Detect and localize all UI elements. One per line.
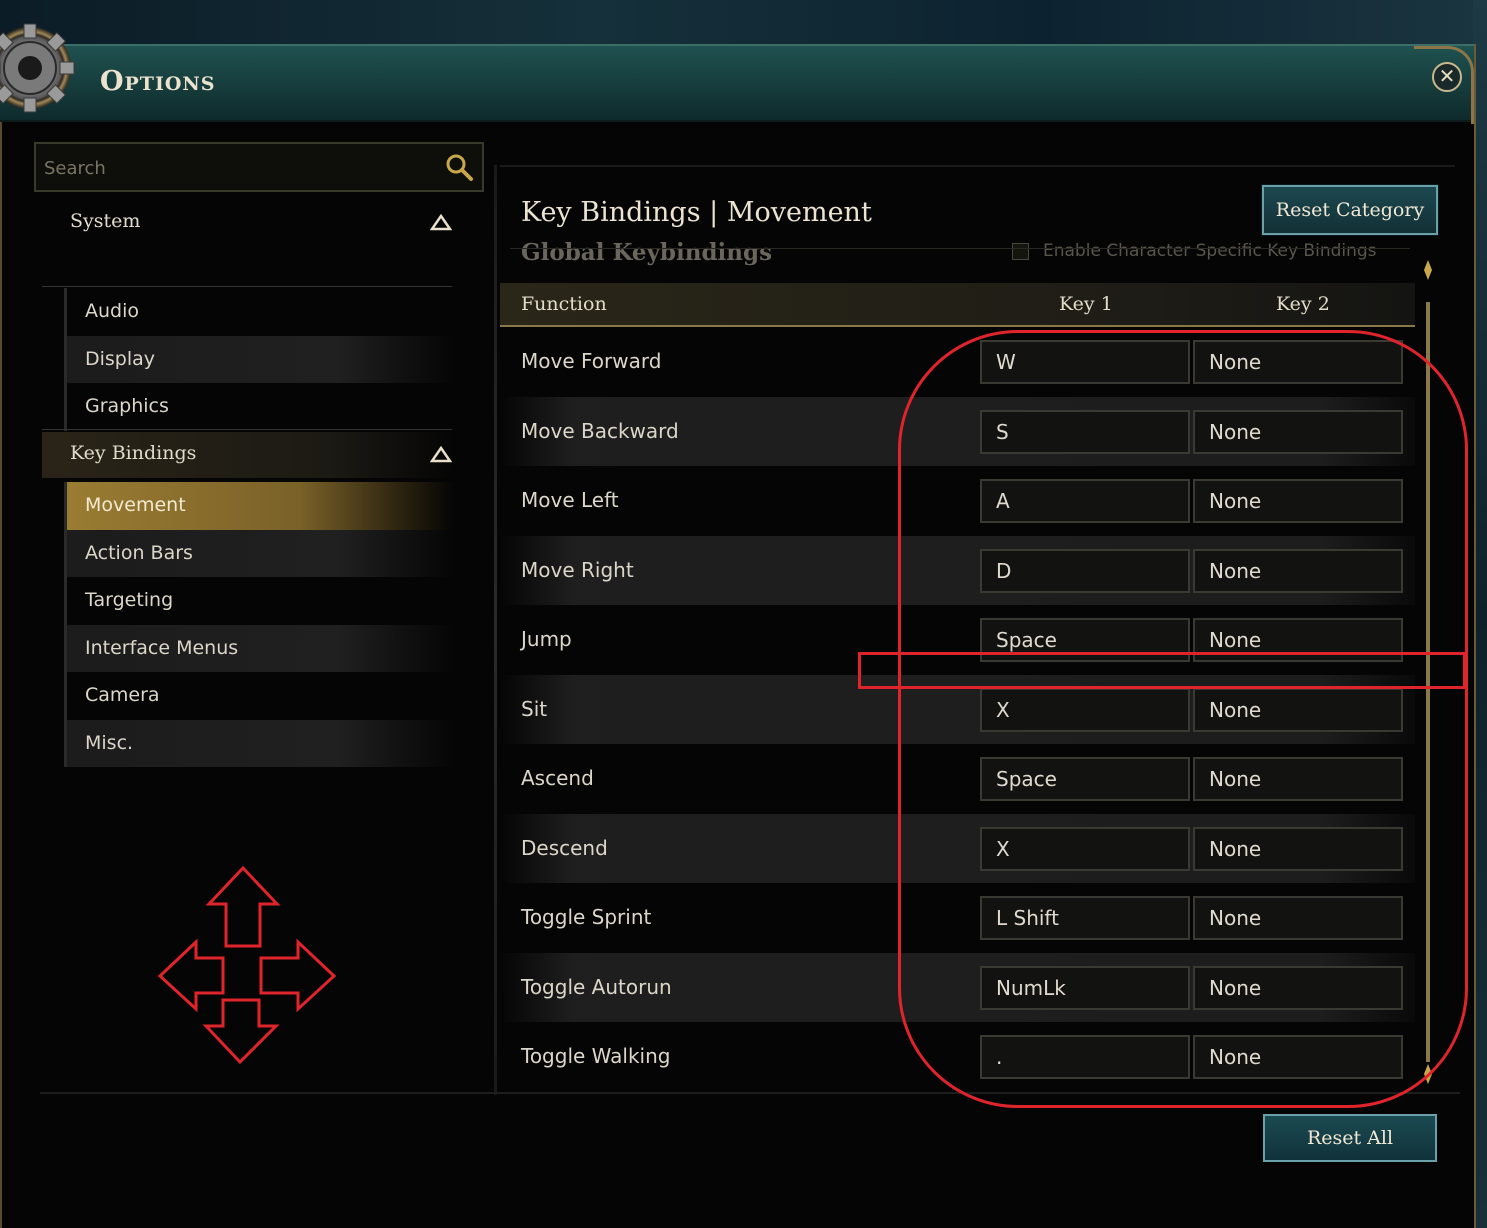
function-label: Move Left (521, 488, 619, 512)
function-label: Toggle Sprint (521, 905, 652, 929)
global-keybindings-label: Global Keybindings (521, 241, 773, 266)
key2-binding[interactable]: None (1193, 479, 1403, 523)
function-label: Move Backward (521, 418, 679, 443)
scrollbar-thumb[interactable] (1426, 302, 1430, 1062)
table-row: Move Backward S None (500, 396, 1415, 466)
table-row: Move Forward W None (500, 327, 1415, 397)
search-box[interactable] (34, 142, 484, 192)
category-label: Key Bindings (70, 442, 197, 464)
key2-binding[interactable]: None (1193, 965, 1403, 1010)
key2-binding[interactable]: None (1193, 826, 1403, 871)
gear-icon (0, 22, 76, 114)
divider (42, 286, 452, 287)
main-panel: Key Bindings | Movement Reset Category G… (500, 165, 1455, 1095)
category-label: System (70, 210, 141, 232)
key2-binding[interactable]: None (1193, 618, 1403, 662)
scroll-down-icon[interactable] (1424, 1064, 1432, 1084)
sidebar-item-audio[interactable]: Audio (67, 288, 454, 336)
table-row: Descend X None (500, 813, 1415, 883)
key2-binding[interactable]: None (1193, 409, 1403, 454)
table-row: Jump Space None (500, 605, 1415, 675)
footer-divider (40, 1092, 1460, 1094)
sidebar-item-camera[interactable]: Camera (67, 672, 454, 720)
key2-binding[interactable]: None (1193, 1035, 1403, 1079)
enable-character-label: Enable Character Specific Key Bindings (1043, 241, 1377, 261)
key1-binding[interactable]: X (980, 826, 1190, 871)
column-header-key1: Key 1 (1059, 293, 1113, 315)
column-header-function: Function (521, 293, 607, 315)
function-label: Jump (521, 627, 572, 651)
search-icon[interactable] (444, 152, 474, 182)
sidebar-item-graphics[interactable]: Graphics (67, 383, 454, 431)
table-row: Toggle Autorun NumLk None (500, 952, 1415, 1022)
window-title: Options (100, 66, 216, 97)
function-label: Sit (521, 696, 548, 721)
enable-character-bindings[interactable]: Enable Character Specific Key Bindings (1012, 241, 1377, 263)
key1-binding[interactable]: X (980, 687, 1190, 732)
table-header: Function Key 1 Key 2 (500, 283, 1415, 327)
sidebar-item-display[interactable]: Display (67, 335, 454, 383)
function-label: Descend (521, 835, 608, 860)
key2-binding[interactable]: None (1193, 548, 1403, 593)
sidebar-divider (494, 165, 497, 1095)
function-label: Move Right (521, 557, 634, 582)
global-keybindings-heading: Global Keybindings (521, 241, 772, 267)
column-header-key2: Key 2 (1276, 293, 1330, 315)
key2-binding[interactable]: None (1193, 687, 1403, 732)
reset-category-button[interactable]: Reset Category (1261, 184, 1439, 236)
sidebar-item-interface-menus[interactable]: Interface Menus (67, 624, 454, 672)
key1-binding[interactable]: W (980, 340, 1190, 384)
function-label: Ascend (521, 766, 594, 790)
scroll-up-icon[interactable] (1424, 260, 1432, 280)
title-bar[interactable]: Options ✕ (0, 22, 1474, 124)
search-input[interactable] (44, 154, 434, 182)
function-label: Toggle Walking (521, 1044, 671, 1068)
key1-binding[interactable]: Space (980, 757, 1190, 801)
key1-binding[interactable]: L Shift (980, 896, 1190, 940)
table-row: Toggle Walking . None (500, 1022, 1415, 1092)
key2-binding[interactable]: None (1193, 896, 1403, 940)
category-key-bindings[interactable]: Key Bindings (42, 432, 452, 478)
key1-binding[interactable]: Space (980, 618, 1190, 662)
sidebar-item-action-bars[interactable]: Action Bars (67, 529, 454, 577)
key2-binding[interactable]: None (1193, 757, 1403, 801)
table-row: Move Right D None (500, 535, 1415, 605)
table-row: Move Left A None (500, 466, 1415, 536)
enable-character-checkbox[interactable] (1012, 242, 1029, 260)
sidebar-item-misc[interactable]: Misc. (67, 719, 454, 767)
table-row: Sit X None (500, 674, 1415, 744)
system-subitems: Audio Display Graphics (64, 288, 454, 431)
chevron-up-icon[interactable] (430, 446, 452, 464)
key1-binding[interactable]: . (980, 1035, 1190, 1079)
key1-binding[interactable]: A (980, 479, 1190, 523)
function-label: Toggle Autorun (521, 974, 672, 999)
reset-all-button[interactable]: Reset All (1263, 1114, 1437, 1162)
key1-binding[interactable]: NumLk (980, 965, 1190, 1010)
sidebar-item-movement[interactable]: Movement (67, 482, 454, 530)
page-title: Key Bindings | Movement (521, 197, 872, 228)
key1-binding[interactable]: D (980, 548, 1190, 593)
title-underline (510, 248, 1410, 249)
table-row: Toggle Sprint L Shift None (500, 883, 1415, 953)
key1-binding[interactable]: S (980, 409, 1190, 454)
key-bindings-subitems: Movement Action Bars Targeting Interface… (64, 482, 454, 767)
binding-rows: Move Forward W None Move Backward S None… (500, 327, 1415, 1092)
divider (42, 429, 452, 430)
main-panel-top-border (500, 165, 1455, 167)
category-system[interactable]: System (42, 200, 452, 246)
chevron-up-icon[interactable] (430, 214, 452, 232)
table-row: Ascend Space None (500, 744, 1415, 814)
key2-binding[interactable]: None (1193, 340, 1403, 384)
function-label: Move Forward (521, 349, 662, 373)
close-button[interactable]: ✕ (1432, 62, 1462, 92)
scrollbar[interactable] (1424, 260, 1432, 1084)
move-arrows-icon (157, 866, 337, 1065)
window-left-frame (0, 122, 18, 1228)
sidebar-item-targeting[interactable]: Targeting (67, 577, 454, 625)
